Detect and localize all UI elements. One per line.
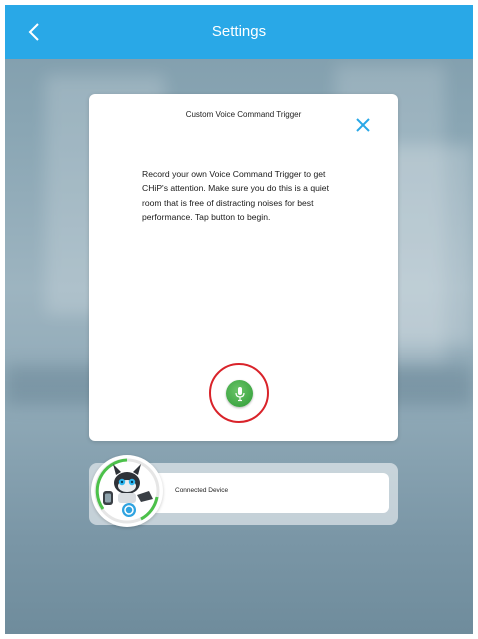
- close-button[interactable]: [352, 114, 374, 136]
- voice-trigger-dialog: Custom Voice Command Trigger Record your…: [89, 94, 398, 441]
- close-icon: [356, 118, 370, 132]
- microphone-icon: [234, 386, 245, 401]
- header-bar: Settings: [5, 5, 473, 59]
- dialog-body-text: Record your own Voice Command Trigger to…: [142, 169, 329, 222]
- page-title: Settings: [211, 23, 267, 40]
- device-avatar[interactable]: [91, 455, 163, 527]
- background-blur: [385, 145, 473, 345]
- connected-device-label: Connected Device: [175, 487, 229, 494]
- device-frame: Settings Custom Voice Command Trigger Re…: [0, 0, 478, 639]
- robot-dog-avatar-icon: [94, 458, 160, 524]
- record-button[interactable]: [226, 380, 253, 407]
- app-screen: Settings Custom Voice Command Trigger Re…: [5, 5, 473, 634]
- connected-device-bar[interactable]: Connected Device: [149, 473, 389, 513]
